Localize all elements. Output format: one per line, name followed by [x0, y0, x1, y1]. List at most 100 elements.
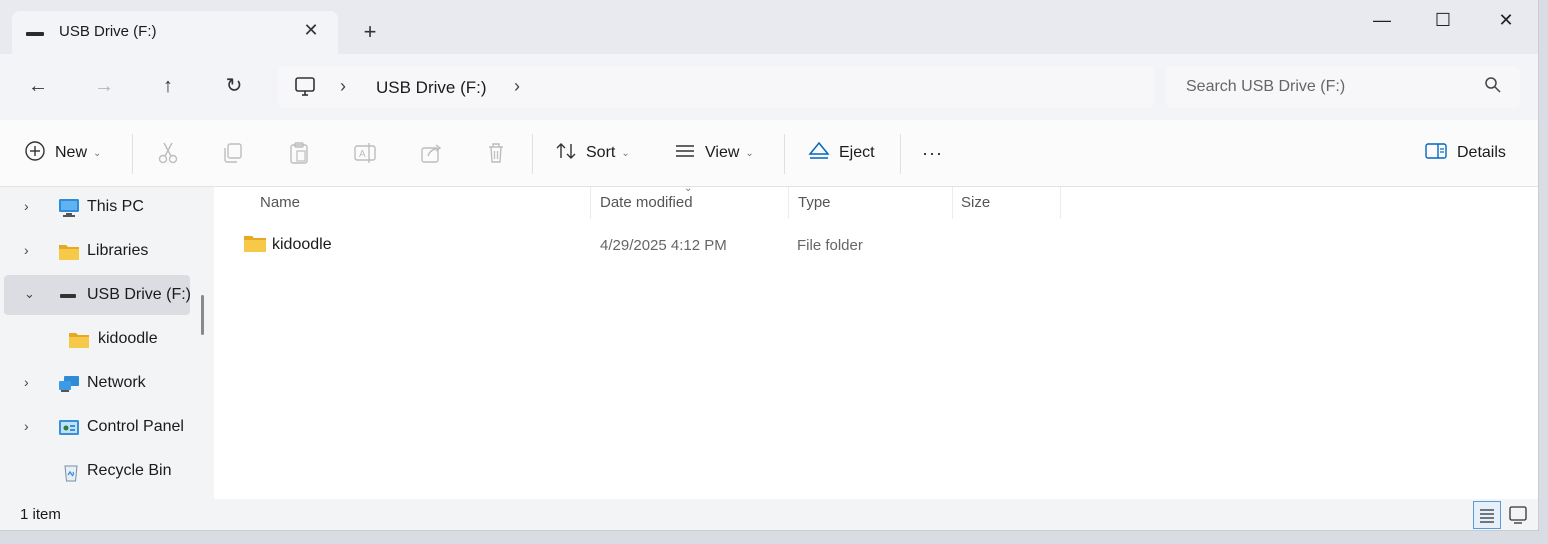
chevron-down-icon: ⌄ — [621, 147, 630, 159]
column-divider[interactable] — [788, 187, 789, 219]
chevron-down-icon[interactable]: ⌄ — [24, 286, 35, 302]
file-date-modified: 4/29/2025 4:12 PM — [600, 237, 727, 254]
sort-icon — [555, 140, 577, 167]
file-type: File folder — [797, 237, 863, 254]
sidebar-item-kidoodle[interactable]: kidoodle — [4, 319, 190, 359]
details-pane-button[interactable]: Details — [1424, 138, 1506, 168]
navigation-pane: › This PC › Libraries ⌄ USB Drive (F:) k… — [0, 187, 214, 499]
sort-label: Sort — [586, 144, 616, 161]
address-bar[interactable]: › USB Drive (F:) › — [278, 66, 1154, 108]
paste-icon[interactable] — [286, 140, 312, 166]
delete-icon[interactable] — [483, 140, 509, 166]
column-divider[interactable] — [1060, 187, 1061, 219]
folder-icon — [68, 330, 90, 348]
navigation-scrollbar[interactable] — [201, 295, 204, 335]
column-divider[interactable] — [590, 187, 591, 219]
tab-title: USB Drive (F:) — [59, 23, 157, 40]
file-name: kidoodle — [272, 236, 332, 253]
back-button[interactable]: ← — [22, 70, 54, 102]
svg-text:A: A — [359, 149, 366, 160]
share-icon[interactable] — [418, 140, 444, 166]
sidebar-item-recycle-bin[interactable]: Recycle Bin — [4, 451, 190, 491]
sort-button[interactable]: Sort ⌄ — [555, 138, 630, 168]
eject-icon — [808, 140, 830, 167]
cut-icon[interactable] — [155, 140, 181, 166]
rename-icon[interactable]: A — [352, 140, 378, 166]
column-header-date-modified[interactable]: Date modified — [600, 194, 693, 211]
details-view-icon[interactable] — [1473, 501, 1501, 529]
details-label: Details — [1457, 144, 1506, 161]
search-icon[interactable] — [1484, 76, 1502, 99]
status-bar: 1 item — [0, 499, 1538, 530]
eject-button[interactable]: Eject — [808, 138, 875, 168]
sidebar-item-usb-drive[interactable]: ⌄ USB Drive (F:) — [4, 275, 191, 315]
sidebar-item-control-panel[interactable]: › Control Panel — [4, 407, 190, 447]
sort-indicator-icon: ⌄ — [684, 183, 693, 194]
plus-circle-icon — [24, 140, 46, 167]
divider — [900, 134, 901, 174]
command-bar: New ⌄ A Sort ⌄ View ⌄ Eject ··· Details — [0, 120, 1538, 187]
item-count: 1 item — [20, 506, 61, 523]
folder-library-icon — [58, 242, 80, 260]
maximize-button[interactable]: ☐ — [1423, 6, 1463, 34]
chevron-right-icon[interactable]: › — [24, 374, 29, 390]
file-list: Name ⌄ Date modified Type Size kidoodle … — [214, 183, 1538, 499]
column-header-size[interactable]: Size — [961, 194, 990, 211]
close-window-button[interactable]: ✕ — [1486, 6, 1526, 34]
search-input[interactable] — [1174, 72, 1488, 102]
table-row[interactable]: kidoodle 4/29/2025 4:12 PM File folder — [236, 231, 1336, 259]
monitor-icon[interactable] — [294, 77, 316, 102]
eject-label: Eject — [839, 144, 875, 161]
address-row: ← → ↑ ↻ › USB Drive (F:) › — [0, 54, 1538, 120]
breadcrumb-separator-icon[interactable]: › — [514, 76, 520, 97]
divider — [784, 134, 785, 174]
chevron-down-icon: ⌄ — [93, 147, 102, 159]
sidebar-item-libraries[interactable]: › Libraries — [4, 231, 190, 271]
usb-drive-icon — [26, 32, 44, 36]
chevron-right-icon[interactable]: › — [24, 242, 29, 258]
folder-icon — [243, 234, 267, 259]
sidebar-item-label: kidoodle — [98, 330, 158, 347]
view-button[interactable]: View ⌄ — [674, 138, 754, 168]
sidebar-item-label: Recycle Bin — [87, 462, 172, 479]
sidebar-item-label: This PC — [87, 198, 144, 215]
chevron-down-icon: ⌄ — [745, 147, 754, 159]
monitor-icon — [58, 198, 80, 217]
forward-button[interactable]: → — [88, 70, 120, 102]
new-tab-button[interactable]: + — [356, 18, 384, 46]
sidebar-item-label: Network — [87, 374, 146, 391]
new-button[interactable]: New ⌄ — [24, 138, 101, 168]
chevron-right-icon[interactable]: › — [24, 198, 29, 214]
recycle-bin-icon — [60, 462, 82, 482]
new-label: New — [55, 144, 88, 161]
file-explorer-window: USB Drive (F:) ✕ + — ☐ ✕ ← → ↑ ↻ › USB D… — [0, 0, 1539, 531]
up-button[interactable]: ↑ — [152, 70, 184, 102]
refresh-button[interactable]: ↻ — [218, 70, 250, 102]
tab-usb-drive[interactable]: USB Drive (F:) ✕ — [12, 11, 338, 54]
sidebar-item-label: Control Panel — [87, 418, 184, 435]
chevron-right-icon[interactable]: › — [24, 418, 29, 434]
title-bar: USB Drive (F:) ✕ + — ☐ ✕ — [0, 0, 1538, 54]
minimize-button[interactable]: — — [1362, 6, 1402, 34]
control-panel-icon — [58, 418, 80, 436]
large-icons-view-icon[interactable] — [1505, 501, 1531, 527]
sidebar-item-label: USB Drive (F:) — [87, 286, 191, 303]
breadcrumb-separator-icon[interactable]: › — [340, 76, 346, 97]
column-header-type[interactable]: Type — [798, 194, 831, 211]
details-pane-icon — [1424, 141, 1448, 166]
divider — [532, 134, 533, 174]
sidebar-item-this-pc[interactable]: › This PC — [4, 187, 190, 227]
network-icon — [58, 374, 80, 392]
copy-icon[interactable] — [220, 140, 246, 166]
breadcrumb-usb-drive[interactable]: USB Drive (F:) — [376, 78, 487, 98]
usb-drive-icon — [58, 286, 80, 304]
view-label: View — [705, 144, 740, 161]
tab-close-icon[interactable]: ✕ — [298, 17, 324, 43]
sidebar-item-network[interactable]: › Network — [4, 363, 190, 403]
sidebar-item-label: Libraries — [87, 242, 149, 259]
column-divider[interactable] — [952, 187, 953, 219]
view-list-icon — [674, 140, 696, 167]
more-options-button[interactable]: ··· — [922, 138, 943, 168]
column-header-name[interactable]: Name — [260, 194, 300, 211]
search-box[interactable] — [1166, 66, 1520, 108]
